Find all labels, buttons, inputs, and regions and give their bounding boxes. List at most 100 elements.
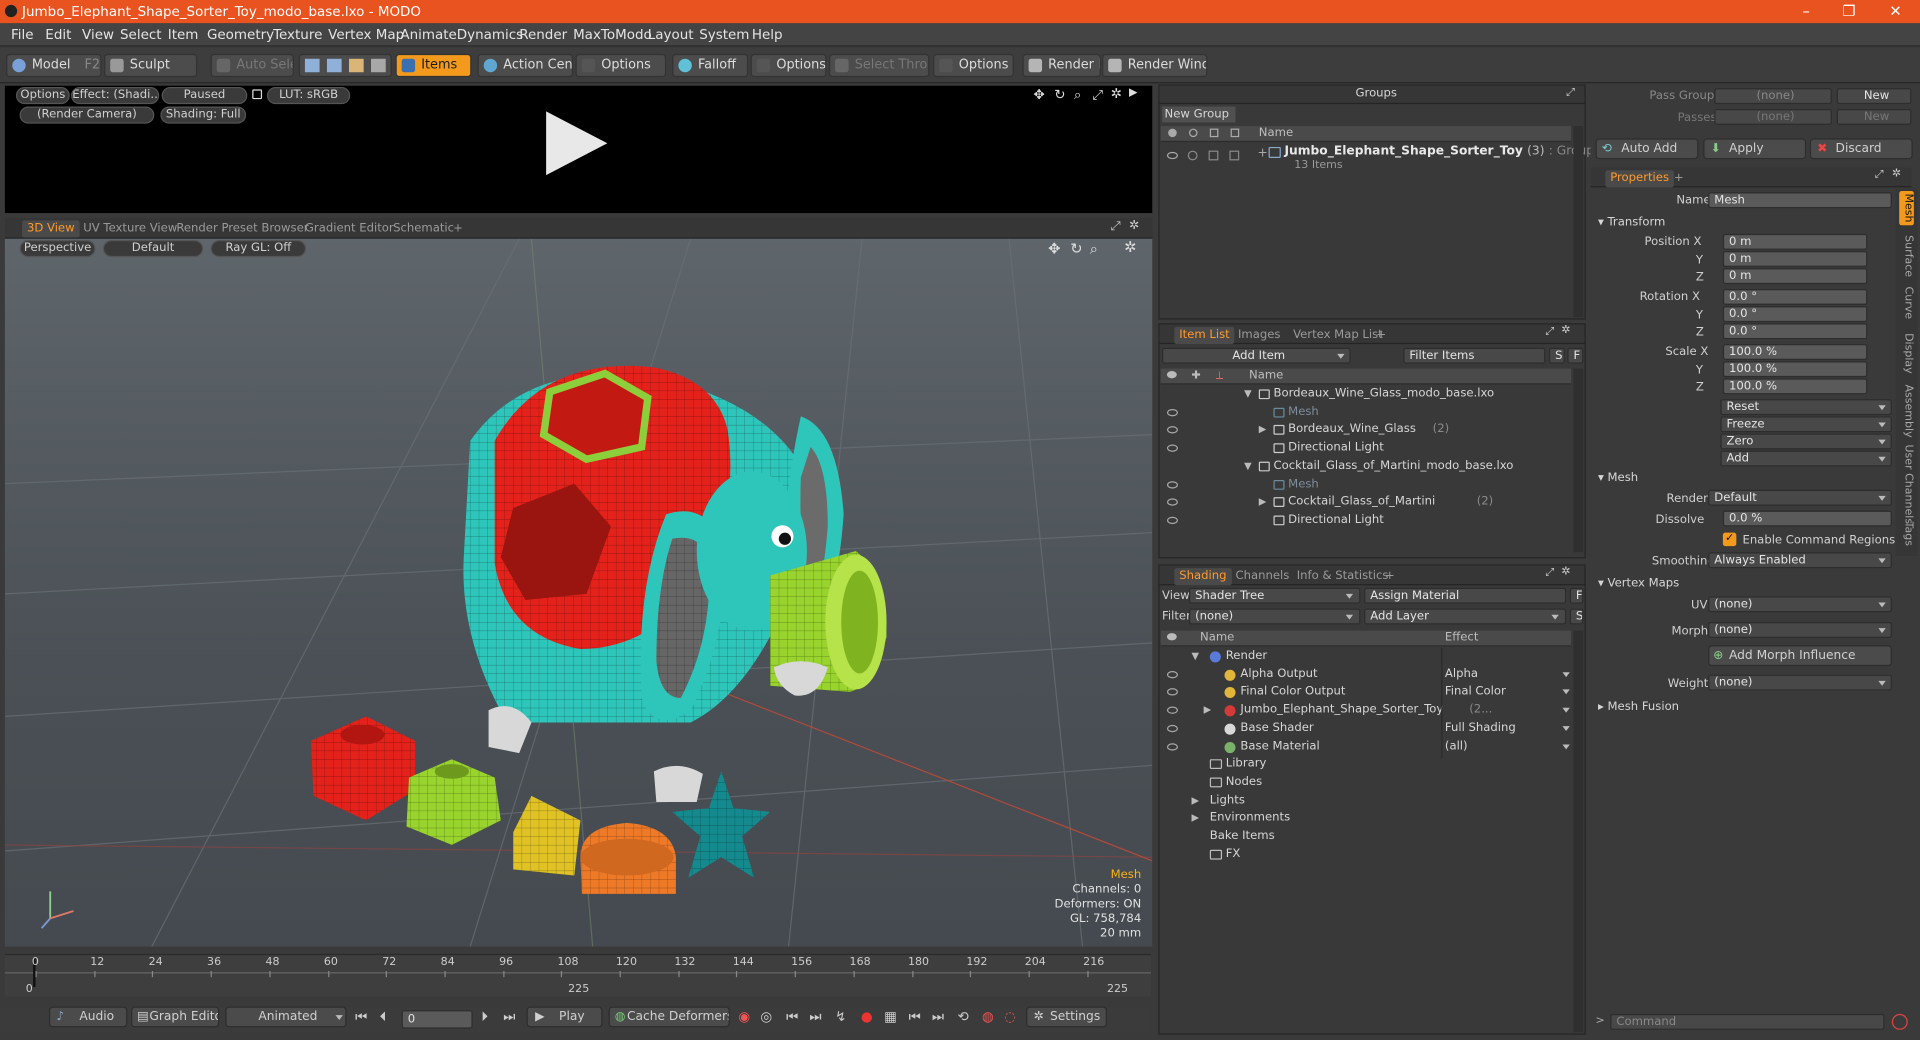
shader-effect-value[interactable]: Alpha — [1445, 666, 1478, 683]
reset-dropdown[interactable]: Reset — [1720, 399, 1892, 416]
play-icon[interactable] — [541, 109, 610, 178]
command-input[interactable]: Command — [1610, 1013, 1885, 1030]
menu-maxtomodo[interactable]: MaxToModo — [573, 27, 652, 43]
maximize-button[interactable]: ❐ — [1825, 0, 1874, 23]
preview-move-icon[interactable]: ✥ — [1033, 87, 1044, 103]
graph-editor-button[interactable]: ▤Graph Editor — [131, 1006, 220, 1028]
tab-item-list[interactable]: Item List — [1174, 326, 1235, 345]
tab-gradient-editor[interactable]: Gradient Editor — [300, 220, 399, 237]
transform-section[interactable]: ▾ Transform — [1598, 216, 1665, 229]
assign-material-button[interactable]: Assign Material — [1364, 587, 1567, 604]
menu-edit[interactable]: Edit — [45, 27, 71, 43]
shader-tree-row[interactable]: ▶ Jumbo_Elephant_Shape_Sorter_Toy (2... — [1161, 702, 1571, 720]
command-stop-icon[interactable] — [1891, 1013, 1908, 1030]
sculpt-button[interactable]: Sculpt — [104, 53, 198, 78]
render-window-button[interactable]: Render Window — [1102, 53, 1208, 78]
morph-dropdown[interactable]: (none) — [1708, 622, 1892, 638]
item-visibility-eye-icon[interactable] — [1166, 498, 1178, 506]
rotation-z-input[interactable]: 0.0 ° — [1722, 323, 1868, 340]
next-marker-icon[interactable]: ⏭ — [932, 1009, 944, 1026]
scale-x-input[interactable]: 100.0 % — [1722, 344, 1868, 361]
groups-select-icon[interactable] — [1230, 128, 1240, 138]
shader-tree-row[interactable]: Base Material (all) — [1161, 738, 1571, 756]
properties-settings-icon[interactable]: ✲ — [1892, 168, 1901, 180]
expand-arrow-icon[interactable]: ▶ — [1259, 422, 1267, 439]
first-frame-icon[interactable]: ⏮ — [355, 1009, 367, 1026]
item-list-scrollbar[interactable] — [1573, 368, 1584, 553]
expand-arrow-icon[interactable]: ▶ — [1191, 792, 1199, 809]
filter-items-input[interactable]: Filter Items — [1403, 347, 1546, 364]
menu-geometry[interactable]: Geometry — [207, 27, 274, 43]
item-list-row[interactable]: ▼ Cocktail_Glass_of_Martini_modo_base.lxo — [1161, 458, 1571, 476]
action-center-options-button[interactable]: Options — [575, 53, 667, 78]
item-list-maximize-icon[interactable]: ⤢ — [1545, 326, 1554, 338]
item-list-row[interactable]: Mesh — [1161, 404, 1571, 422]
render-button[interactable]: Render F9 — [1022, 53, 1101, 78]
chevron-down-icon[interactable] — [1562, 743, 1570, 749]
item-render-header-icon[interactable]: ⟂ — [1216, 369, 1223, 384]
smoothing-dropdown[interactable]: Always Enabled — [1708, 552, 1892, 569]
tab-channels[interactable]: Channels — [1231, 568, 1295, 585]
select-through-button[interactable]: Select Through — [828, 53, 930, 78]
vertex-maps-section[interactable]: ▾ Vertex Maps — [1598, 577, 1679, 590]
auto-key-icon[interactable]: ↯ — [835, 1009, 846, 1025]
record-icon[interactable]: ● — [861, 1009, 873, 1025]
groups-maximize-icon[interactable]: ⤢ — [1566, 87, 1575, 99]
side-tab-user-channels[interactable]: User Channels — [1899, 444, 1914, 524]
side-tab-tags[interactable]: Tags — [1899, 522, 1914, 546]
passes-dropdown[interactable]: (none) — [1714, 108, 1832, 125]
prev-marker-icon[interactable]: ⏮ — [909, 1009, 921, 1026]
add-layer-dropdown[interactable]: Add Layer — [1364, 608, 1567, 625]
menu-layout[interactable]: Layout — [648, 27, 694, 43]
audio-button[interactable]: ♪ Audio — [48, 1006, 128, 1028]
lock-icon[interactable] — [252, 89, 263, 100]
play-button[interactable]: ▶ Play — [526, 1006, 603, 1028]
side-tab-curve[interactable]: Curve — [1899, 287, 1914, 320]
menu-select[interactable]: Select — [120, 27, 162, 43]
menu-view[interactable]: View — [82, 27, 114, 43]
filter-dropdown[interactable]: (none) — [1188, 608, 1361, 625]
add-item-dropdown[interactable]: Add Item — [1162, 347, 1351, 364]
shader-visibility-eye-icon[interactable] — [1166, 670, 1178, 678]
shading-s-button[interactable]: S — [1569, 608, 1584, 625]
expand-arrow-icon[interactable]: ▶ — [1191, 810, 1199, 827]
groups-render-icon[interactable] — [1188, 128, 1198, 138]
key-icon[interactable]: ◉ — [738, 1009, 750, 1025]
timeline[interactable]: 0 225 225 0 12 24 36 48 60 72 84 96 108 120 132 144 1… — [4, 953, 1152, 997]
groups-scrollbar[interactable] — [1573, 126, 1584, 318]
select-mode-buttons[interactable] — [298, 53, 392, 78]
action-center-button[interactable]: Action Center — [477, 53, 574, 78]
prev-frame-icon[interactable]: ⏴ — [380, 1009, 387, 1026]
group-lock-icon[interactable] — [1208, 150, 1219, 161]
shader-effect-value[interactable]: (all) — [1445, 738, 1468, 755]
tab-uv-texture-view[interactable]: UV Texture View — [78, 220, 182, 237]
tab-shading[interactable]: Shading — [1174, 568, 1232, 586]
preview-settings-icon[interactable]: ✲ — [1111, 86, 1122, 102]
shading-f-button[interactable]: F — [1569, 587, 1584, 604]
3d-viewport[interactable]: Perspective Default Ray GL: Off ✥ ↻ ⌕ ✲ — [4, 238, 1153, 947]
item-visibility-eye-icon[interactable] — [1166, 426, 1178, 434]
tab-[interactable]: + — [448, 220, 468, 237]
freeze-dropdown[interactable]: Freeze — [1720, 416, 1892, 433]
preview-effect-dropdown[interactable]: Effect: (Shadi... — [71, 86, 160, 105]
add-morph-influence-button[interactable]: ⊕ Add Morph Influence — [1708, 645, 1892, 667]
shader-tree-row[interactable]: ▶ Lights — [1161, 792, 1571, 810]
tab-images[interactable]: Images — [1233, 327, 1285, 344]
tab-add[interactable]: + — [1371, 327, 1391, 344]
preview-more-icon[interactable]: ▶ — [1129, 87, 1137, 99]
falloff-options-button[interactable]: Options — [750, 53, 827, 78]
position-z-input[interactable]: 0 m — [1722, 268, 1868, 285]
loop-icon[interactable]: ⟲ — [958, 1009, 969, 1025]
weight-dropdown[interactable]: (none) — [1708, 674, 1892, 691]
menu-system[interactable]: System — [699, 27, 749, 43]
group-expand-icon[interactable]: + — [1258, 147, 1268, 160]
dissolve-input[interactable]: 0.0 % — [1722, 510, 1892, 527]
chevron-down-icon[interactable] — [1562, 707, 1570, 713]
key-all-icon[interactable]: ◎ — [760, 1009, 772, 1025]
preview-options-button[interactable]: Options — [15, 86, 70, 105]
new-pass-button[interactable]: New — [1836, 108, 1912, 125]
material-mode-icon[interactable] — [371, 58, 386, 73]
expand-arrow-icon[interactable]: ▼ — [1244, 458, 1252, 475]
menu-help[interactable]: Help — [752, 27, 783, 43]
expand-arrow-icon[interactable]: ▼ — [1191, 648, 1199, 665]
